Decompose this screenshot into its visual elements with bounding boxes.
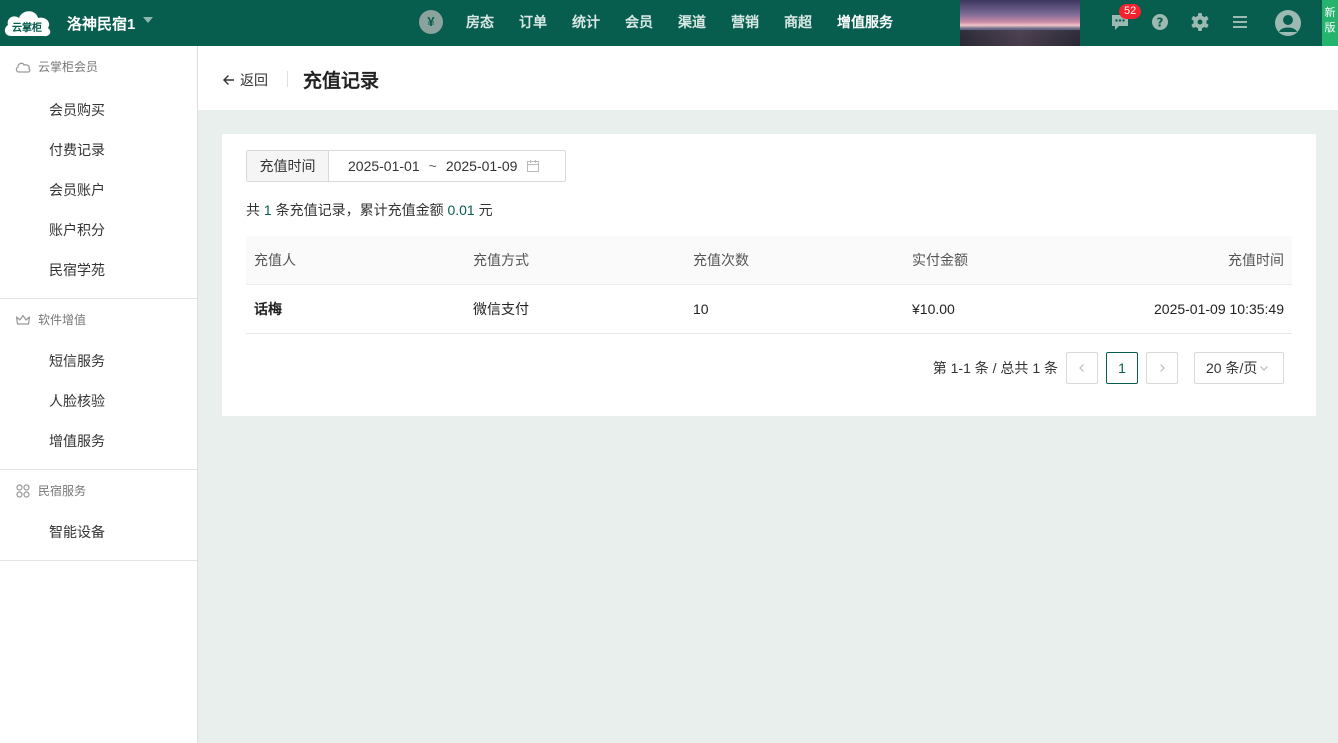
sidebar-group-label: 民宿服务 <box>38 484 87 498</box>
filter-label: 充值时间 <box>247 151 329 181</box>
chevron-right-icon <box>1160 364 1165 372</box>
top-navbar: 云掌柜 洛神民宿1 ¥ 房态 订单 统计 会员 渠道 营销 商超 增值服务 52… <box>0 0 1338 46</box>
next-page-button[interactable] <box>1146 352 1178 384</box>
caret-down-icon[interactable] <box>143 17 153 23</box>
nav-shop[interactable]: 商超 <box>775 0 821 46</box>
records-table: 充值人 充值方式 充值次数 实付金额 充值时间 话梅 微信支付 10 ¥10.0… <box>246 236 1292 334</box>
sidebar-group-membership: 云掌柜会员 会员购买 付费记录 会员账户 账户积分 民宿学苑 <box>0 46 197 299</box>
sidebar-item-value-added[interactable]: 增值服务 <box>0 421 197 461</box>
avatar-icon[interactable] <box>1274 9 1302 37</box>
svg-text:?: ? <box>1157 16 1164 30</box>
summary-middle: 条充值记录，累计充值金额 <box>275 202 444 218</box>
calendar-icon[interactable] <box>526 159 540 173</box>
column-header-time: 充值时间 <box>1228 252 1284 268</box>
sidebar-group-title: 云掌柜会员 <box>0 46 197 90</box>
grid-icon <box>16 484 30 498</box>
sidebar-item-face-verification[interactable]: 人脸核验 <box>0 381 197 421</box>
start-date[interactable]: 2025-01-01 <box>348 158 420 174</box>
sidebar-group-title: 民宿服务 <box>0 470 197 512</box>
sidebar-group-software: 软件增值 短信服务 人脸核验 增值服务 <box>0 299 197 470</box>
table-header: 充值人 充值方式 充值次数 实付金额 充值时间 <box>246 236 1292 285</box>
menu-icon[interactable] <box>1230 12 1250 32</box>
crown-icon <box>15 314 31 325</box>
cell-times: 10 <box>693 301 709 317</box>
nav-channels[interactable]: 渠道 <box>669 0 715 46</box>
summary-suffix: 元 <box>478 202 493 218</box>
pagination: 第 1-1 条 / 总共 1 条 1 20 条/页 <box>933 352 1284 384</box>
pagination-total: 第 1-1 条 / 总共 1 条 <box>932 360 1058 376</box>
gear-icon[interactable] <box>1190 12 1210 32</box>
column-header-amount: 实付金额 <box>912 252 968 268</box>
records-card: 充值时间 2025-01-01 ~ 2025-01-09 共 1 条充值记录，累… <box>222 134 1316 416</box>
nav-statistics[interactable]: 统计 <box>563 0 609 46</box>
cell-payer: 话梅 <box>254 301 282 317</box>
sidebar-item-payment-records[interactable]: 付费记录 <box>0 130 197 170</box>
back-button[interactable]: 返回 <box>222 70 268 90</box>
prev-page-button[interactable] <box>1066 352 1098 384</box>
sidebar-group-label: 云掌柜会员 <box>38 60 99 74</box>
chevron-left-icon <box>1079 364 1084 372</box>
page-title: 充值记录 <box>303 71 380 92</box>
sidebar-item-member-purchase[interactable]: 会员购买 <box>0 90 197 130</box>
sidebar-group-label: 软件增值 <box>38 313 87 327</box>
sidebar-item-account-points[interactable]: 账户积分 <box>0 210 197 250</box>
table-row: 话梅 微信支付 10 ¥10.00 2025-01-09 10:35:49 <box>246 285 1292 334</box>
cloud-icon <box>15 62 31 73</box>
page-size-value: 20 条/页 <box>1206 360 1258 376</box>
yen-icon[interactable]: ¥ <box>419 10 443 34</box>
sidebar: 云掌柜会员 会员购买 付费记录 会员账户 账户积分 民宿学苑 软件增值 短信服务… <box>0 46 198 743</box>
hotel-switcher[interactable]: 洛神民宿1 <box>67 13 135 34</box>
nav-orders[interactable]: 订单 <box>510 0 556 46</box>
date-range-filter: 充值时间 2025-01-01 ~ 2025-01-09 <box>246 150 566 182</box>
sidebar-item-smart-devices[interactable]: 智能设备 <box>0 512 197 552</box>
summary-count: 1 <box>263 202 272 218</box>
nav-room-status[interactable]: 房态 <box>457 0 503 46</box>
main-nav: 房态 订单 统计 会员 渠道 营销 商超 增值服务 <box>457 0 909 46</box>
nav-marketing[interactable]: 营销 <box>722 0 768 46</box>
page-size-select[interactable]: 20 条/页 <box>1194 352 1284 384</box>
promo-banner[interactable] <box>960 0 1080 46</box>
nav-value-added[interactable]: 增值服务 <box>828 0 902 46</box>
column-header-times: 充值次数 <box>693 252 749 268</box>
column-header-payer: 充值人 <box>254 252 296 268</box>
header-divider <box>287 71 288 87</box>
sidebar-group-title: 软件增值 <box>0 299 197 341</box>
logo-icon[interactable]: 云掌柜 <box>3 6 53 38</box>
new-version-switch[interactable]: 新版 <box>1322 0 1338 46</box>
page-button[interactable]: 1 <box>1106 352 1138 384</box>
banner-shore <box>960 30 1080 46</box>
range-separator: ~ <box>428 158 437 174</box>
sidebar-item-member-account[interactable]: 会员账户 <box>0 170 197 210</box>
cell-time: 2025-01-09 10:35:49 <box>1154 301 1284 317</box>
logo-text: 云掌柜 <box>12 21 42 34</box>
arrow-left-icon <box>223 75 234 85</box>
chevron-down-icon <box>1260 366 1269 371</box>
help-icon[interactable]: ? <box>1150 12 1170 32</box>
cell-method: 微信支付 <box>473 301 529 317</box>
nav-members[interactable]: 会员 <box>616 0 662 46</box>
records-summary: 共 1 条充值记录，累计充值金额 0.01 元 <box>246 200 493 220</box>
summary-amount: 0.01 <box>447 202 475 218</box>
message-count-badge: 52 <box>1119 4 1142 19</box>
page-header: 返回 充值记录 <box>198 46 1338 110</box>
summary-prefix: 共 <box>246 202 260 218</box>
sidebar-group-homestay: 民宿服务 智能设备 <box>0 470 197 561</box>
column-header-method: 充值方式 <box>473 252 529 268</box>
back-label: 返回 <box>240 72 268 88</box>
sidebar-item-sms-service[interactable]: 短信服务 <box>0 341 197 381</box>
end-date[interactable]: 2025-01-09 <box>446 158 518 174</box>
cell-amount: ¥10.00 <box>912 301 955 317</box>
new-version-label: 新版 <box>1324 7 1336 34</box>
sidebar-item-academy[interactable]: 民宿学苑 <box>0 250 197 290</box>
date-range-picker[interactable]: 2025-01-01 ~ 2025-01-09 <box>329 151 565 181</box>
